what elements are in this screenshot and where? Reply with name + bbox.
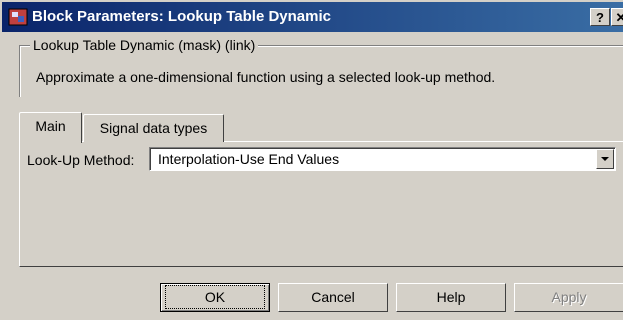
ok-label: OK (164, 285, 266, 309)
tab-main[interactable]: Main (19, 112, 82, 143)
title-bar[interactable]: Block Parameters: Lookup Table Dynamic ?… (2, 2, 623, 32)
ok-button[interactable]: OK (160, 283, 270, 312)
help-title-button[interactable]: ? (590, 8, 610, 26)
group-legend: Lookup Table Dynamic (mask) (link) (30, 37, 259, 53)
window-title: Block Parameters: Lookup Table Dynamic (32, 8, 331, 25)
apply-button[interactable]: Apply (514, 283, 623, 312)
simulink-block-icon (8, 8, 28, 26)
tab-signal-data-types[interactable]: Signal data types (83, 114, 224, 142)
block-description: Approximate a one-dimensional function u… (36, 69, 496, 85)
cancel-button[interactable]: Cancel (278, 283, 388, 312)
dialog-window: Block Parameters: Lookup Table Dynamic ?… (0, 0, 623, 320)
lookup-method-label: Look-Up Method: (27, 152, 135, 168)
close-button[interactable]: ✕ (611, 8, 623, 26)
lookup-method-select[interactable]: Interpolation-Use End Values (149, 147, 616, 171)
lookup-method-value: Interpolation-Use End Values (158, 151, 340, 167)
help-button[interactable]: Help (396, 283, 506, 312)
chevron-down-icon[interactable] (596, 149, 614, 169)
